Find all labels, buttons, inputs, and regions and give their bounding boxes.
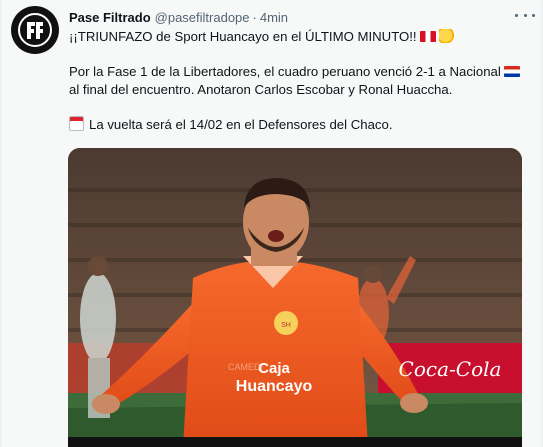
tweet-line-1: ¡¡TRIUNFAZO de Sport Huancayo en el ÚLTI…: [69, 29, 417, 44]
tweet-line: ¡¡TRIUNFAZO de Sport Huancayo en el ÚLTI…: [69, 28, 534, 46]
tweet-line-2: Por la Fase 1 de la Libertadores, el cua…: [69, 64, 501, 79]
tweet-timestamp[interactable]: 4min: [260, 10, 288, 25]
svg-text:SH: SH: [281, 322, 291, 329]
separator-dot: ·: [252, 9, 257, 25]
photo-scene: SH Caja Huancayo Coca-Cola CAMEDI: [68, 148, 522, 447]
author-handle[interactable]: @pasefiltradope: [155, 10, 250, 25]
author-avatar[interactable]: [11, 6, 59, 54]
background-board-text: CAMEDI: [228, 362, 263, 372]
sponsor-board-text: Coca-Cola: [399, 357, 502, 381]
tweet-line-3: al final del encuentro. Anotaron Carlos …: [69, 81, 453, 97]
pf-logo-icon: [18, 13, 52, 47]
author-name[interactable]: Pase Filtrado: [69, 10, 151, 25]
paraguay-flag-icon: [503, 66, 520, 77]
calendar-icon: [69, 115, 84, 131]
photo-bottom-strip: [68, 437, 522, 447]
tweet-line: Por la Fase 1 de la Libertadores, el cua…: [69, 63, 534, 81]
tweet-text: ¡¡TRIUNFAZO de Sport Huancayo en el ÚLTI…: [69, 28, 534, 133]
tweet-header: Pase Filtrado @pasefiltradope · 4min: [69, 8, 531, 26]
more-options-icon[interactable]: [515, 7, 535, 23]
tweet-line-4: La vuelta será el 14/02 en el Defensores…: [89, 116, 393, 132]
peru-flag-icon: [419, 31, 436, 42]
tweet-line: La vuelta será el 14/02 en el Defensores…: [69, 115, 534, 134]
tweet-photo[interactable]: SH Caja Huancayo Coca-Cola CAMEDI: [68, 148, 522, 447]
clapping-hands-icon: [438, 29, 455, 43]
tweet-card[interactable]: Pase Filtrado @pasefiltradope · 4min ¡¡T…: [2, 0, 541, 447]
jersey-text-line2: Huancayo: [236, 378, 313, 395]
